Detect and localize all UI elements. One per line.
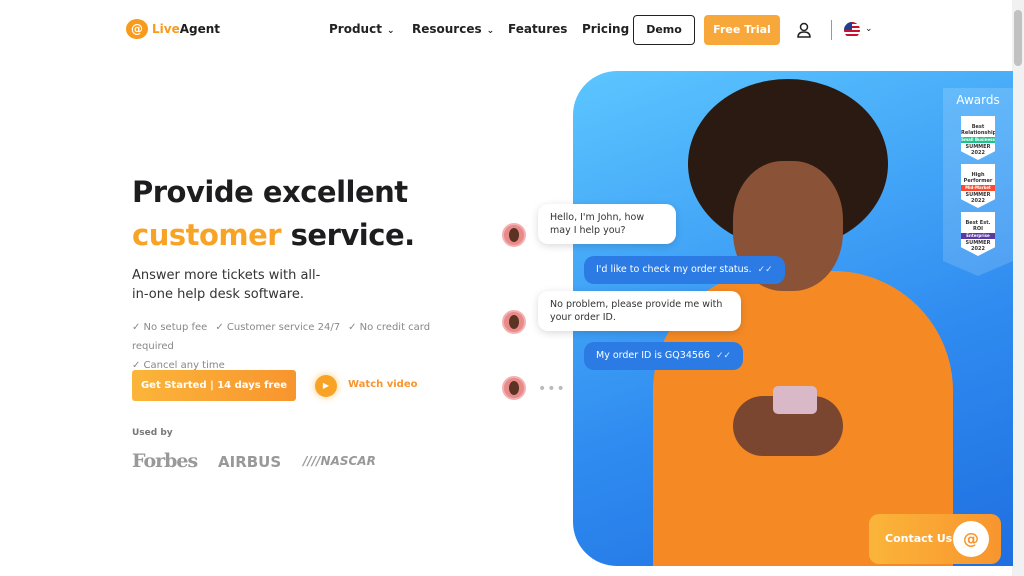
chevron-down-icon[interactable]: ⌄ xyxy=(865,24,873,34)
hero-title: Provide excellent customer service. xyxy=(132,175,415,252)
agent-avatar xyxy=(502,223,526,247)
demo-button[interactable]: Demo xyxy=(633,15,695,45)
nascar-logo: ////NASCAR xyxy=(303,454,376,468)
watch-video-link[interactable]: Watch video xyxy=(348,379,418,390)
feature-list: ✓ No setup fee ✓ Customer service 24/7 ✓ N… xyxy=(132,322,431,371)
nav-product[interactable]: Product ⌄ xyxy=(329,22,395,36)
contact-us-button[interactable]: Contact Us @ xyxy=(869,514,1001,564)
read-check-icon: ✓✓ xyxy=(757,265,773,275)
nav-features[interactable]: Features xyxy=(508,22,567,36)
phone-image xyxy=(773,386,817,414)
award-badge: High Performer Mid-Market SUMMER 2022 xyxy=(961,164,995,208)
free-trial-button[interactable]: Free Trial xyxy=(704,15,780,45)
awards-panel: Awards Best Relationship Small Business SU… xyxy=(943,88,1013,276)
scrollbar-thumb[interactable] xyxy=(1014,10,1022,66)
chat-icon: @ xyxy=(953,521,989,557)
used-by-label: Used by xyxy=(132,428,173,438)
award-badge: Best Est. ROI Enterprise SUMMER 2022 xyxy=(961,212,995,256)
nav-resources[interactable]: Resources ⌄ xyxy=(412,22,494,36)
chevron-down-icon: ⌄ xyxy=(486,26,495,36)
chat-message: My order ID is GQ34566 ✓✓ xyxy=(584,342,744,370)
chevron-down-icon: ⌄ xyxy=(386,26,395,36)
airbus-logo: AIRBUS xyxy=(218,453,282,471)
divider xyxy=(831,20,832,40)
hero-subtitle: Answer more tickets with all-in-one help… xyxy=(132,268,321,302)
agent-avatar xyxy=(502,376,526,400)
agent-avatar xyxy=(502,310,526,334)
scrollbar[interactable] xyxy=(1012,0,1024,576)
get-started-button[interactable]: Get Started | 14 days free xyxy=(132,370,296,401)
us-flag-icon[interactable] xyxy=(844,22,860,38)
user-icon[interactable] xyxy=(797,22,811,38)
play-icon[interactable]: ▶ xyxy=(315,375,337,397)
forbes-logo: Forbes xyxy=(132,450,198,472)
top-nav: @ LiveAgent Product ⌄ Resources ⌄ Features … xyxy=(0,0,1012,60)
nav-pricing[interactable]: Pricing xyxy=(582,22,629,36)
chat-message: Hello, I'm John, how may I help you? xyxy=(538,204,676,244)
read-check-icon: ✓✓ xyxy=(716,351,732,361)
logo-icon: @ xyxy=(126,19,148,39)
typing-indicator: ••• xyxy=(538,381,566,397)
liveagent-logo[interactable]: @ LiveAgent xyxy=(126,19,220,39)
chat-message: I'd like to check my order status. ✓✓ xyxy=(584,256,785,284)
award-badge: Best Relationship Small Business SUMMER 20… xyxy=(961,116,995,160)
chat-message: No problem, please provide me with your … xyxy=(538,291,741,331)
